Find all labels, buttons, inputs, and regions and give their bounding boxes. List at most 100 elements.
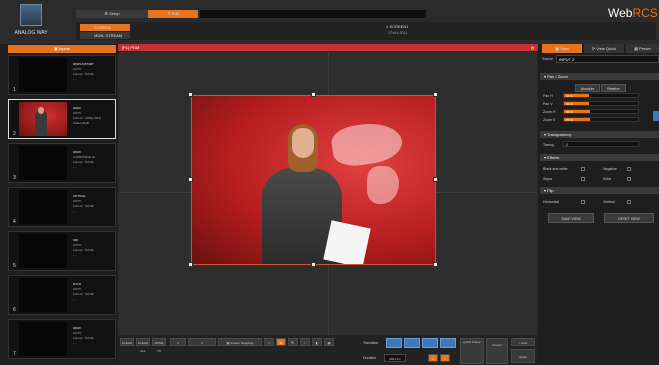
presenter-paper (323, 220, 371, 264)
tab-view-quick[interactable]: ⟳ View Quick (584, 44, 624, 53)
reset-view-button[interactable]: RESET VIEW (604, 213, 654, 223)
resize-handle-mr[interactable] (433, 177, 438, 182)
bottom-toolbar: CLEAR CLEAR ALL MOVE TO ▾ ▾ ▦ Screen Sna… (118, 335, 538, 365)
input-tile-1[interactable]: 1 DISPLAYPORT AUTO Format : NONE - - (8, 55, 116, 95)
source-select[interactable]: INPUT 2 (556, 55, 659, 63)
tab-setup[interactable]: ⚙ Setup (76, 10, 148, 18)
save-view-button[interactable]: SAVE VIEW (548, 213, 594, 223)
resize-handle-tc[interactable] (311, 92, 316, 97)
transparency-input[interactable]: 0 (563, 141, 639, 147)
input-tile-6[interactable]: 6 DVI-D AUTO Format : NONE - - (8, 275, 116, 315)
transition-wipe[interactable] (422, 338, 438, 348)
zoom-h-slider[interactable]: 35 % (563, 109, 639, 114)
screen-id: ● SCREEN1 (386, 24, 409, 29)
apply-button[interactable]: Apply (511, 349, 535, 363)
link-icon[interactable] (653, 111, 659, 121)
source-label: Source (542, 57, 554, 61)
align-icon[interactable]: ▭ (264, 338, 274, 346)
snap-icon[interactable]: ▣ (276, 338, 286, 346)
input-thumbnail (19, 234, 67, 268)
input-thumbnail (19, 58, 67, 92)
pan-h-slider[interactable]: 34 % (563, 93, 639, 98)
input-thumbnail (19, 190, 67, 224)
effect-sepia-checkbox[interactable] (581, 177, 585, 181)
zoom-v-label: Zoom V (543, 118, 556, 122)
main-tabs: ⚙ Setup ✎ Edit (76, 10, 426, 18)
input-tile-7[interactable]: 7 HDMI AUTO Format : NONE - - (8, 319, 116, 359)
flip-horizontal-label: Horizontal (543, 200, 559, 204)
relative-button[interactable]: Relative (601, 84, 626, 92)
map-shape (329, 119, 405, 169)
transition-cut[interactable] (386, 338, 402, 348)
resize-handle-ml[interactable] (188, 177, 193, 182)
flip-horizontal-checkbox[interactable] (581, 200, 585, 204)
effect-negative-label: Negative (603, 167, 617, 171)
quick-frame-button[interactable]: Quick Frame (460, 338, 484, 364)
pan-zoom-header[interactable]: ▾ Pan / Zoom (540, 73, 659, 80)
duration-down[interactable]: ▼ (440, 354, 450, 362)
transition-fade[interactable] (404, 338, 420, 348)
duration-label: Duration (363, 356, 377, 360)
screen-button[interactable]: SCREEN (80, 24, 130, 31)
fit-icon[interactable]: ⛶ (300, 338, 310, 346)
effect-solar-checkbox[interactable] (627, 177, 631, 181)
resize-handle-tr[interactable] (433, 92, 438, 97)
input-tile-2[interactable]: 2 HDMI AUTO Format : 1080p 50Hz Status:RGB (8, 99, 116, 139)
transition-label: Transition (363, 341, 379, 345)
move-to-select[interactable]: ▾ (188, 338, 216, 346)
transparency-label: Transp. (543, 143, 555, 147)
effect-negative-checkbox[interactable] (627, 167, 631, 171)
move-button[interactable]: MOVE TO (152, 338, 166, 353)
input-tile-3[interactable]: 3 HDMI COMPOSITE HI Format : NONE - - (8, 143, 116, 183)
input-thumbnail (19, 278, 67, 312)
input-thumbnail (19, 146, 67, 180)
flip-header[interactable]: ▾ Flip (540, 187, 659, 194)
duration-up[interactable]: ▲ (428, 354, 438, 362)
analog-way-logo-icon (20, 4, 42, 26)
clear-button[interactable]: CLEAR (120, 338, 134, 346)
zoom-v-slider[interactable]: 35 % (563, 117, 639, 122)
tab-view[interactable]: ▣ View (542, 44, 582, 53)
tab-edit[interactable]: ✎ Edit (148, 10, 198, 18)
effect-sepia-label: Sepia (543, 177, 552, 181)
layer-window[interactable] (191, 95, 436, 265)
pan-v-label: Pan V (543, 102, 553, 106)
input-thumbnail (19, 322, 67, 356)
auto-button[interactable]: ■ Auto (511, 338, 535, 346)
tab-preset[interactable]: ▦ Preset (626, 44, 659, 53)
mon-stream-button[interactable]: MON. STREAM (80, 32, 130, 39)
clear-all-button[interactable]: CLEAR ALL (136, 338, 150, 353)
resize-handle-br[interactable] (433, 262, 438, 267)
transition-push[interactable] (440, 338, 456, 348)
tab-filler (200, 10, 426, 18)
inputs-header: ▣ Inputs (8, 45, 116, 53)
flip-vertical-checkbox[interactable] (627, 200, 631, 204)
screen-resolution: 1Tvd x 2021 (388, 31, 408, 35)
zoom-icon[interactable]: 🔍 (288, 338, 298, 346)
layers-icon[interactable]: ◧ (312, 338, 322, 346)
effect-bw-label: Black and white (543, 167, 568, 171)
resize-handle-bl[interactable] (188, 262, 193, 267)
app-name: WebRCS (608, 6, 658, 20)
pan-v-slider[interactable]: 34 % (563, 101, 639, 106)
grid-view-icon[interactable]: ▦ (324, 338, 334, 346)
effect-solar-label: Solar (603, 177, 612, 181)
resize-handle-tl[interactable] (188, 92, 193, 97)
screen-selector-row: SCREEN MON. STREAM ● SCREEN1 1Tvd x 2021 (76, 22, 656, 40)
pan-h-label: Pan H (543, 94, 553, 98)
map-shape (367, 166, 399, 204)
flip-vertical-label: Vertical (603, 200, 615, 204)
freeze-button[interactable]: Freeze (486, 338, 508, 364)
screen-snapping-button[interactable]: ▦ Screen Snapping (218, 338, 262, 346)
resize-handle-bc[interactable] (311, 262, 316, 267)
effects-header[interactable]: ▾ Effects (540, 154, 659, 161)
layer-select[interactable]: ▾ (170, 338, 186, 346)
input-tile-4[interactable]: 4 OPTICAL AUTO Format : NONE - - (8, 187, 116, 227)
effect-bw-checkbox[interactable] (581, 167, 585, 171)
absolute-button[interactable]: Absolute (575, 84, 600, 92)
input-thumbnail (19, 102, 67, 136)
transparency-header[interactable]: ▾ Transparency (540, 131, 659, 138)
input-tile-5[interactable]: 5 SDI AUTO Format : NONE - - (8, 231, 116, 271)
lock-icon[interactable]: 🔒 (530, 45, 535, 50)
duration-input[interactable]: 0001.0 s (384, 354, 406, 362)
